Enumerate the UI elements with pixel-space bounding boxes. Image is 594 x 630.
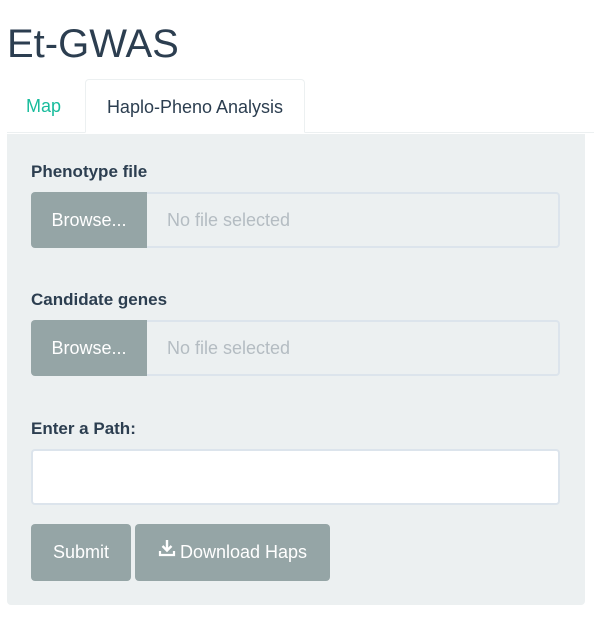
candidate-file-status[interactable]: No file selected	[147, 320, 560, 376]
phenotype-browse-button[interactable]: Browse...	[31, 192, 147, 248]
tab-bar: Map Haplo-Pheno Analysis	[7, 79, 594, 133]
candidate-browse-button[interactable]: Browse...	[31, 320, 147, 376]
tab-haplo-pheno-analysis[interactable]: Haplo-Pheno Analysis	[85, 79, 305, 133]
input-panel: Phenotype file Browse... No file selecte…	[7, 134, 585, 605]
path-label: Enter a Path:	[31, 419, 136, 438]
phenotype-file-status[interactable]: No file selected	[147, 192, 560, 248]
phenotype-file-input: Browse... No file selected	[31, 192, 560, 248]
candidate-genes-input: Browse... No file selected	[31, 320, 560, 376]
phenotype-file-label: Phenotype file	[31, 162, 148, 181]
tab-map[interactable]: Map	[7, 79, 80, 133]
download-haps-button[interactable]: Download Haps	[135, 524, 330, 581]
path-input[interactable]	[31, 449, 560, 505]
submit-button[interactable]: Submit	[31, 524, 131, 581]
candidate-genes-label: Candidate genes	[31, 290, 168, 309]
download-haps-label: Download Haps	[179, 542, 308, 562]
page-title: Et-GWAS	[7, 22, 179, 66]
download-icon	[158, 523, 176, 580]
